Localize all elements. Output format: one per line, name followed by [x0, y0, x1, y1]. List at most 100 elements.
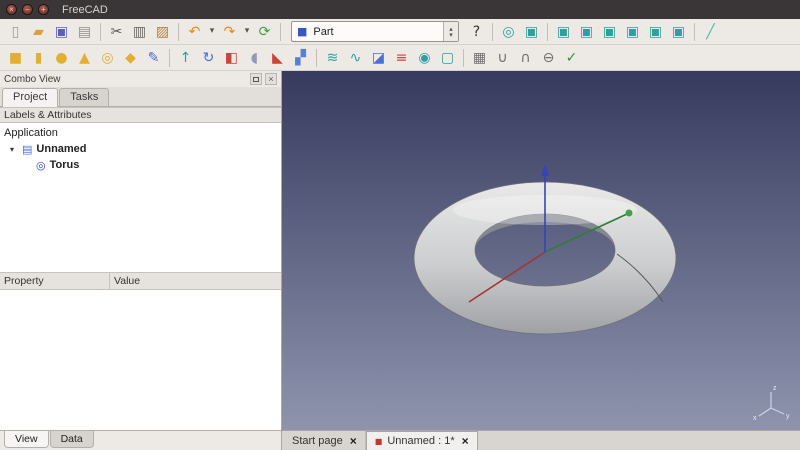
fit-all-icon: ◎: [502, 25, 514, 39]
view-right-icon: ▣: [603, 25, 616, 39]
document-tab-icon: ■: [375, 437, 383, 446]
print-button[interactable]: ▤: [73, 21, 96, 43]
thickness-button[interactable]: ▢: [436, 47, 459, 69]
boolean-common-icon: ∩: [520, 51, 530, 65]
close-icon: ×: [268, 75, 273, 84]
torus-button[interactable]: ◎: [96, 47, 119, 69]
undo-history-icon: ▾: [210, 27, 215, 36]
cylinder-button[interactable]: ▮: [27, 47, 50, 69]
view-bottom-button[interactable]: ▣: [644, 21, 667, 43]
boolean-union-button[interactable]: ∪: [491, 47, 514, 69]
copy-button[interactable]: ▥: [128, 21, 151, 43]
open-document-button[interactable]: ▰: [27, 21, 50, 43]
chamfer-button[interactable]: ◣: [266, 47, 289, 69]
tab-data[interactable]: Data: [50, 431, 94, 448]
compound-icon: ▦: [473, 51, 486, 65]
extrude-button[interactable]: ↑: [174, 47, 197, 69]
tree-item-torus[interactable]: ◎ Torus: [0, 157, 281, 173]
tree-item-document[interactable]: ▾ ▤ Unnamed: [0, 141, 281, 157]
redo-button[interactable]: ↷: [218, 21, 241, 43]
open-document-icon: ▰: [33, 25, 44, 39]
mirror-icon: ◧: [225, 51, 238, 65]
fit-all-button[interactable]: ◎: [497, 21, 520, 43]
window-title: FreeCAD: [62, 4, 108, 16]
combo-view-title: Combo View: [4, 74, 61, 85]
offset-3d-button[interactable]: ◉: [413, 47, 436, 69]
viewport-column: z x y Start page × ■ Unnamed : 1* ×: [282, 71, 800, 450]
float-icon: [253, 77, 259, 82]
whats-this-button[interactable]: ?: [465, 21, 488, 43]
tree-item-application[interactable]: Application: [0, 125, 281, 141]
combo-view-bottom-tabs: View Data: [0, 430, 281, 450]
panel-close-button[interactable]: ×: [265, 73, 277, 85]
window-maximize-button[interactable]: +: [38, 4, 49, 15]
compound-button[interactable]: ▦: [468, 47, 491, 69]
box-button[interactable]: ■: [4, 47, 27, 69]
view-left-button[interactable]: ▣: [667, 21, 690, 43]
toolbar-separator: [169, 49, 170, 67]
create-primitives-button[interactable]: ◆: [119, 47, 142, 69]
fillet-button[interactable]: ◖: [243, 47, 266, 69]
redo-history-icon: ▾: [245, 27, 250, 36]
window-minimize-button[interactable]: –: [22, 4, 33, 15]
toolbar-file-group: ▯▰▣▤✂▥▨↶▾↷▾⟳: [4, 21, 285, 43]
section-button[interactable]: ◪: [367, 47, 390, 69]
tab-start-page[interactable]: Start page ×: [284, 431, 366, 450]
paste-button[interactable]: ▨: [151, 21, 174, 43]
tree-item-label: Torus: [50, 159, 80, 171]
cross-sections-button[interactable]: ≡: [390, 47, 413, 69]
tab-view[interactable]: View: [4, 431, 49, 448]
toolbar-separator: [100, 23, 101, 41]
tab-label: Unnamed : 1*: [387, 435, 454, 447]
ruled-surface-button[interactable]: ▞: [289, 47, 312, 69]
viewport-3d[interactable]: z x y: [282, 71, 800, 430]
refresh-button[interactable]: ⟳: [253, 21, 276, 43]
sweep-button[interactable]: ∿: [344, 47, 367, 69]
window-close-button[interactable]: ×: [6, 4, 17, 15]
cone-button[interactable]: ▲: [73, 47, 96, 69]
tree-item-label: Unnamed: [36, 143, 86, 155]
section-icon: ◪: [372, 51, 385, 65]
revolve-button[interactable]: ↻: [197, 47, 220, 69]
save-document-icon: ▣: [55, 25, 68, 39]
workbench-selector[interactable]: ■ Part ▴ ▾: [291, 21, 459, 42]
undo-history-button[interactable]: ▾: [206, 21, 218, 43]
boolean-common-button[interactable]: ∩: [514, 47, 537, 69]
undo-button[interactable]: ↶: [183, 21, 206, 43]
value-column-header: Value: [110, 273, 281, 289]
tab-tasks[interactable]: Tasks: [59, 88, 109, 106]
thickness-icon: ▢: [441, 51, 454, 65]
cut-button[interactable]: ✂: [105, 21, 128, 43]
close-tab-icon[interactable]: ×: [462, 435, 469, 447]
measure-distance-button[interactable]: ╱: [699, 21, 722, 43]
view-front-button[interactable]: ▣: [552, 21, 575, 43]
new-document-button[interactable]: ▯: [4, 21, 27, 43]
boolean-cut-button[interactable]: ⊖: [537, 47, 560, 69]
workbench-selector-spinner[interactable]: ▴ ▾: [443, 22, 458, 41]
shape-builder-button[interactable]: ✎: [142, 47, 165, 69]
tab-unnamed-document[interactable]: ■ Unnamed : 1* ×: [366, 431, 478, 450]
save-document-button[interactable]: ▣: [50, 21, 73, 43]
toolbar-separator: [694, 23, 695, 41]
sweep-icon: ∿: [350, 51, 362, 65]
whats-this-icon: ?: [473, 25, 480, 39]
view-axonometric-button[interactable]: ▣: [520, 21, 543, 43]
close-tab-icon[interactable]: ×: [350, 435, 357, 447]
property-table-body[interactable]: [0, 290, 281, 430]
combo-view-tabs: Project Tasks: [0, 87, 281, 107]
view-top-button[interactable]: ▣: [575, 21, 598, 43]
loft-icon: ≋: [327, 51, 339, 65]
sphere-button[interactable]: ●: [50, 47, 73, 69]
tab-project[interactable]: Project: [2, 88, 58, 107]
toolbar-view-group: ?◎▣▣▣▣▣▣▣╱: [465, 21, 722, 43]
expander-icon[interactable]: ▾: [10, 145, 20, 154]
redo-history-button[interactable]: ▾: [241, 21, 253, 43]
check-geometry-button[interactable]: ✓: [560, 47, 583, 69]
shape-builder-icon: ✎: [148, 51, 160, 65]
view-right-button[interactable]: ▣: [598, 21, 621, 43]
view-rear-button[interactable]: ▣: [621, 21, 644, 43]
loft-button[interactable]: ≋: [321, 47, 344, 69]
mirror-button[interactable]: ◧: [220, 47, 243, 69]
panel-float-button[interactable]: [250, 73, 262, 85]
toolbar-separator: [492, 23, 493, 41]
